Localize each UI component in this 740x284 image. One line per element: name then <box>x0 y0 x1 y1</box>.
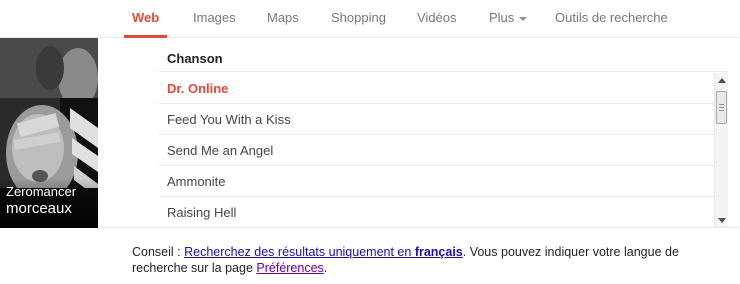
search-nav-bar: Web Images Maps Shopping Vidéos Plus Out… <box>0 0 740 38</box>
song-item[interactable]: Ammonite <box>159 166 714 197</box>
tab-web[interactable]: Web <box>124 0 168 38</box>
song-list-rows[interactable]: Dr. Online Feed You With a Kiss Send Me … <box>159 73 714 228</box>
chevron-down-icon <box>519 16 528 21</box>
grip-line <box>719 104 724 105</box>
tab-search-tools[interactable]: Outils de recherche <box>555 0 668 38</box>
search-in-language-link-text: Recherchez des résultats uniquement en <box>184 245 415 259</box>
song-item[interactable]: Feed You With a Kiss <box>159 104 714 135</box>
tab-videos[interactable]: Vidéos <box>417 0 457 38</box>
search-in-language-link[interactable]: Recherchez des résultats uniquement en f… <box>184 245 463 259</box>
song-list: Chanson Dr. Online Feed You With a Kiss … <box>159 42 728 228</box>
tab-shopping[interactable]: Shopping <box>331 0 386 38</box>
tab-maps[interactable]: Maps <box>267 0 299 38</box>
language-name: français <box>414 245 463 259</box>
tab-more[interactable]: Plus <box>489 0 528 38</box>
language-tip: Conseil : Recherchez des résultats uniqu… <box>132 244 692 276</box>
scroll-down-arrow-icon[interactable] <box>718 218 726 223</box>
song-list-scrollbar[interactable] <box>714 73 728 228</box>
grip-line <box>719 110 724 111</box>
song-list-header: Chanson <box>159 42 728 72</box>
artist-card[interactable]: Zeromancer morceaux <box>0 38 98 228</box>
tab-more-label: Plus <box>489 10 515 25</box>
artist-subtitle: morceaux <box>6 200 72 217</box>
song-item[interactable]: Send Me an Angel <box>159 135 714 166</box>
song-item[interactable]: Raising Hell <box>159 197 714 228</box>
divider <box>98 227 740 228</box>
scroll-up-arrow-icon[interactable] <box>718 78 726 83</box>
grip-line <box>719 107 724 108</box>
tab-images[interactable]: Images <box>193 0 236 38</box>
tip-suffix: . <box>323 261 328 275</box>
artist-name: Zeromancer <box>6 184 77 199</box>
song-item[interactable]: Dr. Online <box>159 73 714 104</box>
scrollbar-thumb[interactable] <box>716 91 727 124</box>
tip-prefix: Conseil : <box>132 245 185 259</box>
preferences-link[interactable]: Préférences <box>256 261 323 275</box>
